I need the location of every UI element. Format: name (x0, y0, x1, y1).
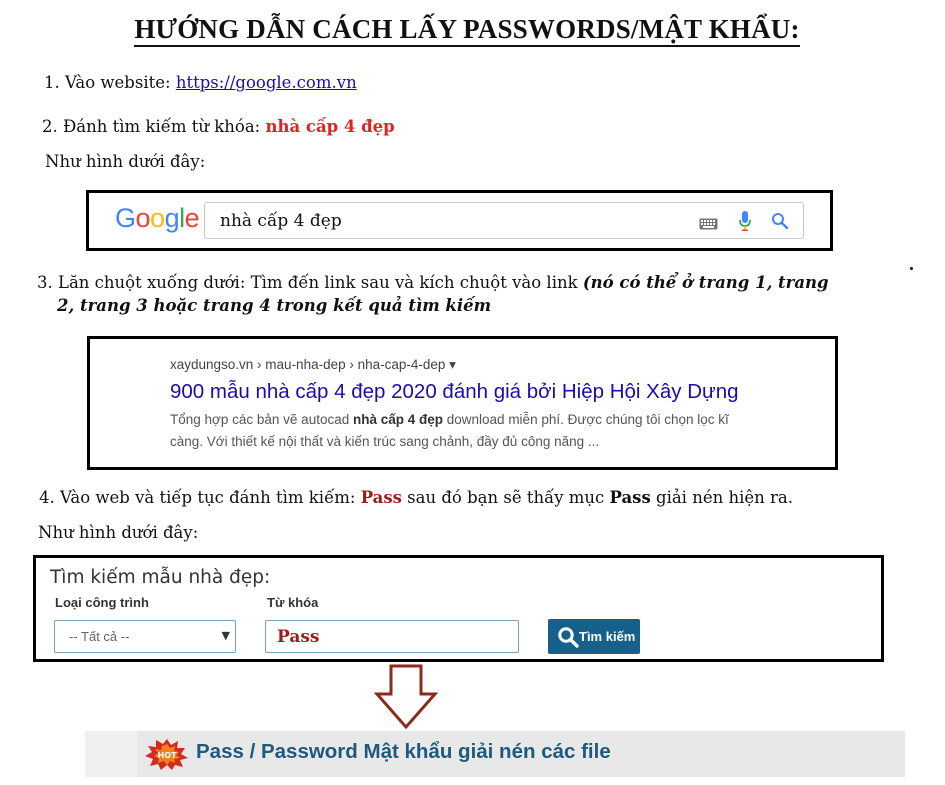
microphone-icon[interactable] (738, 210, 752, 236)
site-search-screenshot: Tìm kiếm mẫu nhà đẹp: Loại công trình Từ… (33, 555, 884, 662)
result-url[interactable]: xaydungso.vn › mau-nha-dep › nha-cap-4-d… (170, 357, 456, 373)
building-type-label: Loại công trình (55, 595, 149, 610)
step-4-text: 4. Vào web và tiếp tục đánh tìm kiếm: (39, 488, 361, 507)
google-search-input[interactable]: nhà cấp 4 đẹp (204, 202, 804, 239)
step-4-keyword: Pass (360, 488, 402, 507)
google-search-query: nhà cấp 4 đẹp (220, 211, 342, 231)
keyword-input-value: Pass (277, 627, 320, 647)
arrow-down-icon (374, 664, 438, 730)
step-1-text: 1. Vào website: (44, 73, 176, 92)
site-search-heading: Tìm kiếm mẫu nhà đẹp: (50, 567, 271, 588)
step-2: 2. Đánh tìm kiếm từ khóa: nhà cấp 4 đẹp (42, 117, 395, 136)
step-4: 4. Vào web và tiếp tục đánh tìm kiếm: Pa… (39, 488, 793, 507)
google-link[interactable]: https://google.com.vn (176, 73, 357, 92)
building-type-value: -- Tất cả -- (69, 629, 130, 644)
pass-banner-text[interactable]: Pass / Password Mật khẩu giải nén các fi… (196, 740, 611, 764)
search-button[interactable]: Tìm kiếm (548, 619, 640, 654)
step-3-line-1: 3. Lăn chuột xuống dưới: Tìm đến link sa… (37, 273, 829, 292)
step-3-note-2: 2, trang 3 hoặc trang 4 trong kết quả tì… (57, 296, 492, 315)
step-3-note-1: (nó có thể ở trang 1, trang (582, 273, 829, 292)
search-icon[interactable] (771, 212, 789, 234)
result-title[interactable]: 900 mẫu nhà cấp 4 đẹp 2020 đánh giá bởi … (170, 380, 739, 404)
step-2-text: 2. Đánh tìm kiếm từ khóa: (42, 117, 266, 136)
google-search-screenshot: Google nhà cấp 4 đẹp (86, 190, 833, 251)
search-button-label: Tìm kiếm (579, 629, 636, 644)
as-below-caption-1: Như hình dưới đây: (45, 152, 206, 171)
step-1: 1. Vào website: https://google.com.vn (44, 73, 357, 92)
as-below-caption-2: Như hình dưới đây: (38, 523, 199, 542)
step-4-section: Pass (609, 488, 651, 507)
hot-badge-icon: HOT (145, 739, 188, 770)
search-result-screenshot: xaydungso.vn › mau-nha-dep › nha-cap-4-d… (87, 336, 838, 470)
step-3-text: 3. Lăn chuột xuống dưới: Tìm đến link sa… (37, 273, 583, 292)
keyword-label: Từ khóa (267, 595, 319, 610)
chevron-down-icon: ▼ (221, 629, 230, 642)
step-3-line-2: 2, trang 3 hoặc trang 4 trong kết quả tì… (57, 296, 491, 315)
svg-text:HOT: HOT (158, 751, 177, 760)
page-title-text: HƯỚNG DẪN CÁCH LẤY PASSWORDS/MẬT KHẨU: (134, 14, 800, 47)
page-title: HƯỚNG DẪN CÁCH LẤY PASSWORDS/MẬT KHẨU: (0, 14, 934, 47)
keyboard-icon[interactable] (699, 215, 718, 234)
search-icon (557, 626, 579, 652)
keyword-input[interactable]: Pass (265, 620, 519, 653)
pass-banner: HOT Pass / Password Mật khẩu giải nén cá… (85, 731, 905, 777)
result-snippet-line-1: Tổng hợp các bản vẽ autocad nhà cấp 4 đẹ… (170, 412, 729, 427)
result-snippet-line-2: càng. Với thiết kế nội thất và kiến trúc… (170, 434, 600, 449)
building-type-select[interactable]: -- Tất cả -- ▼ (54, 620, 236, 653)
step-2-keyword: nhà cấp 4 đẹp (265, 117, 395, 136)
google-logo: Google (115, 203, 200, 233)
stray-dot (910, 267, 913, 270)
